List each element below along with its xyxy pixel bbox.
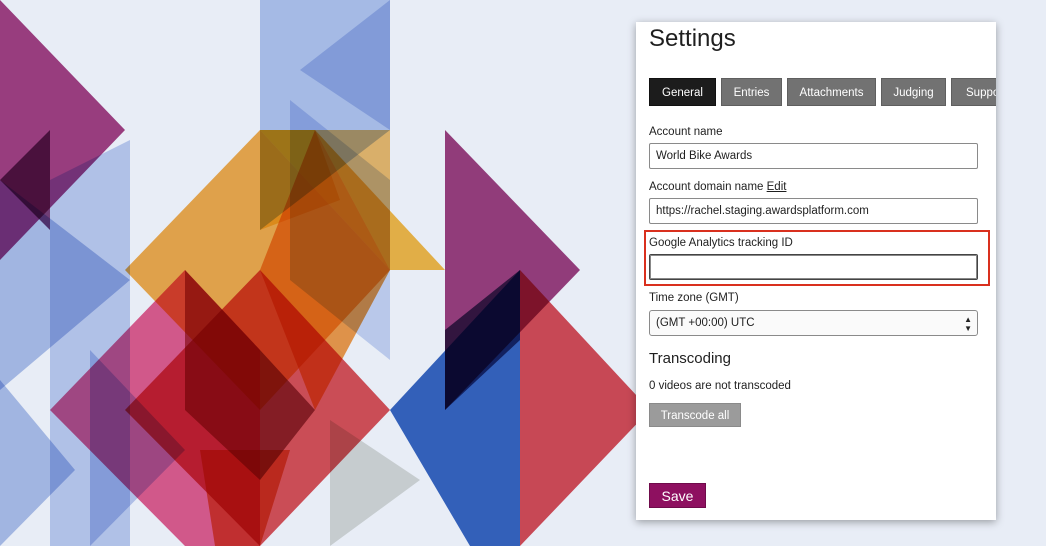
settings-panel: Settings General Entries Attachments Judgin… [636, 22, 996, 520]
account-name-label: Account name [649, 126, 723, 138]
account-name-input[interactable] [649, 143, 978, 169]
tab-entries[interactable]: Entries [721, 78, 782, 106]
select-arrows-icon: ▲ ▼ [964, 315, 972, 333]
account-domain-label: Account domain name Edit [649, 180, 786, 194]
save-button[interactable]: Save [649, 483, 706, 508]
page-title: Settings [649, 25, 736, 52]
edit-domain-link[interactable]: Edit [767, 181, 787, 193]
tab-support[interactable]: Support [951, 78, 996, 106]
tab-general[interactable]: General [649, 78, 716, 106]
timezone-selected-value: (GMT +00:00) UTC [656, 317, 755, 329]
analytics-tracking-input[interactable] [649, 254, 978, 280]
tab-judging[interactable]: Judging [881, 78, 946, 106]
account-domain-input[interactable] [649, 198, 978, 224]
account-domain-label-text: Account domain name [649, 181, 764, 193]
transcode-all-button[interactable]: Transcode all [649, 403, 741, 427]
transcoding-status: 0 videos are not transcoded [649, 380, 791, 392]
timezone-label: Time zone (GMT) [649, 292, 739, 304]
settings-tabs: GeneralEntriesAttachmentsJudgingSupport [649, 78, 996, 106]
analytics-label: Google Analytics tracking ID [649, 237, 793, 249]
tab-attachments[interactable]: Attachments [787, 78, 876, 106]
transcoding-title: Transcoding [649, 350, 731, 367]
timezone-select[interactable]: (GMT +00:00) UTC ▲ ▼ [649, 310, 978, 336]
